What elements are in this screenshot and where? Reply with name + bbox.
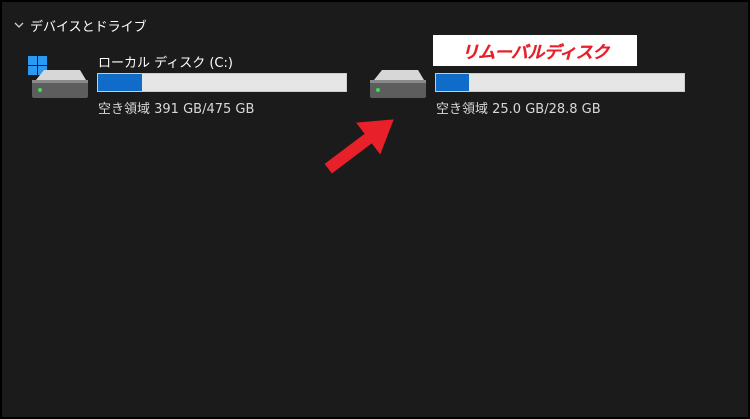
usage-bar-fill [98, 74, 142, 91]
drives-pane: デバイスとドライブ ローカル ディスク (C:) 空き領域 391 GB/475… [0, 0, 750, 419]
drive-item-local-disk-c[interactable]: ローカル ディスク (C:) 空き領域 391 GB/475 GB [26, 46, 356, 126]
section-title: デバイスとドライブ [30, 19, 147, 35]
chevron-down-icon[interactable] [12, 18, 26, 32]
usage-bar [435, 73, 685, 92]
drive-label: ローカル ディスク (C:) [98, 56, 233, 71]
free-space-text: 空き領域 391 GB/475 GB [98, 102, 255, 117]
hard-drive-icon [28, 56, 88, 98]
usage-bar [97, 73, 347, 92]
removable-drive-icon [370, 70, 426, 98]
section-header-devices-and-drives[interactable]: デバイスとドライブ [12, 15, 147, 35]
usage-bar-fill [436, 74, 469, 91]
free-space-text: 空き領域 25.0 GB/28.8 GB [436, 102, 601, 117]
red-arrow-icon [324, 119, 394, 174]
annotation-label-removable-disk: リムーバルディスク [433, 35, 637, 66]
